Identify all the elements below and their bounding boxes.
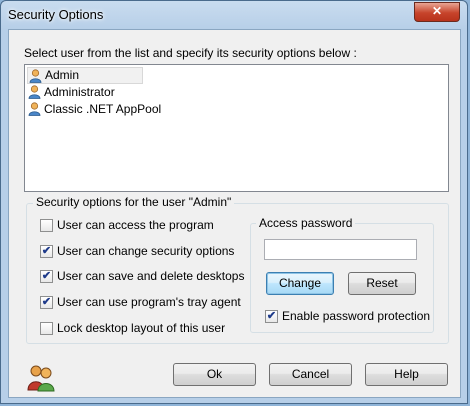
window-title: Security Options xyxy=(8,7,104,22)
ok-button[interactable]: Ok xyxy=(173,363,256,386)
checkbox[interactable] xyxy=(40,322,53,335)
checkbox[interactable]: ✔ xyxy=(40,296,53,309)
user-icon xyxy=(29,69,42,83)
user-list-item-classic-net-apppool[interactable]: Classic .NET AppPool xyxy=(27,101,161,118)
reset-password-button[interactable]: Reset xyxy=(348,272,416,295)
checkbox[interactable]: ✔ xyxy=(40,245,53,258)
user-icon xyxy=(28,85,41,99)
user-name: Classic .NET AppPool xyxy=(44,102,162,116)
user-list-item-administrator[interactable]: Administrator xyxy=(27,84,115,101)
checkbox-label: Lock desktop layout of this user xyxy=(57,321,226,335)
security-options-group-title: Security options for the user "Admin" xyxy=(33,195,235,209)
help-button[interactable]: Help xyxy=(365,363,448,386)
password-input[interactable] xyxy=(264,239,417,260)
checkbox-label: User can change security options xyxy=(57,244,235,258)
user-list-item-admin[interactable]: Admin xyxy=(27,67,143,84)
user-list-instruction: Select user from the list and specify it… xyxy=(24,46,357,60)
checkbox-label: User can access the program xyxy=(57,218,214,232)
access-password-group-title: Access password xyxy=(256,216,356,230)
user-list[interactable]: Admin Administrator Classic .NET AppPool xyxy=(24,64,449,192)
checkbox[interactable]: ✔ xyxy=(40,270,53,283)
dialog-body: Select user from the list and specify it… xyxy=(8,29,461,398)
checkbox-label: User can use program's tray agent xyxy=(57,295,241,309)
user-name: Administrator xyxy=(44,85,115,99)
users-app-icon xyxy=(27,365,55,392)
user-icon xyxy=(28,102,41,116)
user-name: Admin xyxy=(45,68,80,82)
change-password-button[interactable]: Change xyxy=(266,272,334,295)
checkbox[interactable]: ✔ xyxy=(265,310,278,323)
checkbox-label: Enable password protection xyxy=(282,309,431,323)
cancel-button[interactable]: Cancel xyxy=(269,363,352,386)
checkbox-label: User can save and delete desktops xyxy=(57,269,245,283)
checkbox[interactable] xyxy=(40,219,53,232)
security-options-window: Security Options ✕ Select user from the … xyxy=(0,0,468,404)
close-button[interactable]: ✕ xyxy=(414,2,460,22)
